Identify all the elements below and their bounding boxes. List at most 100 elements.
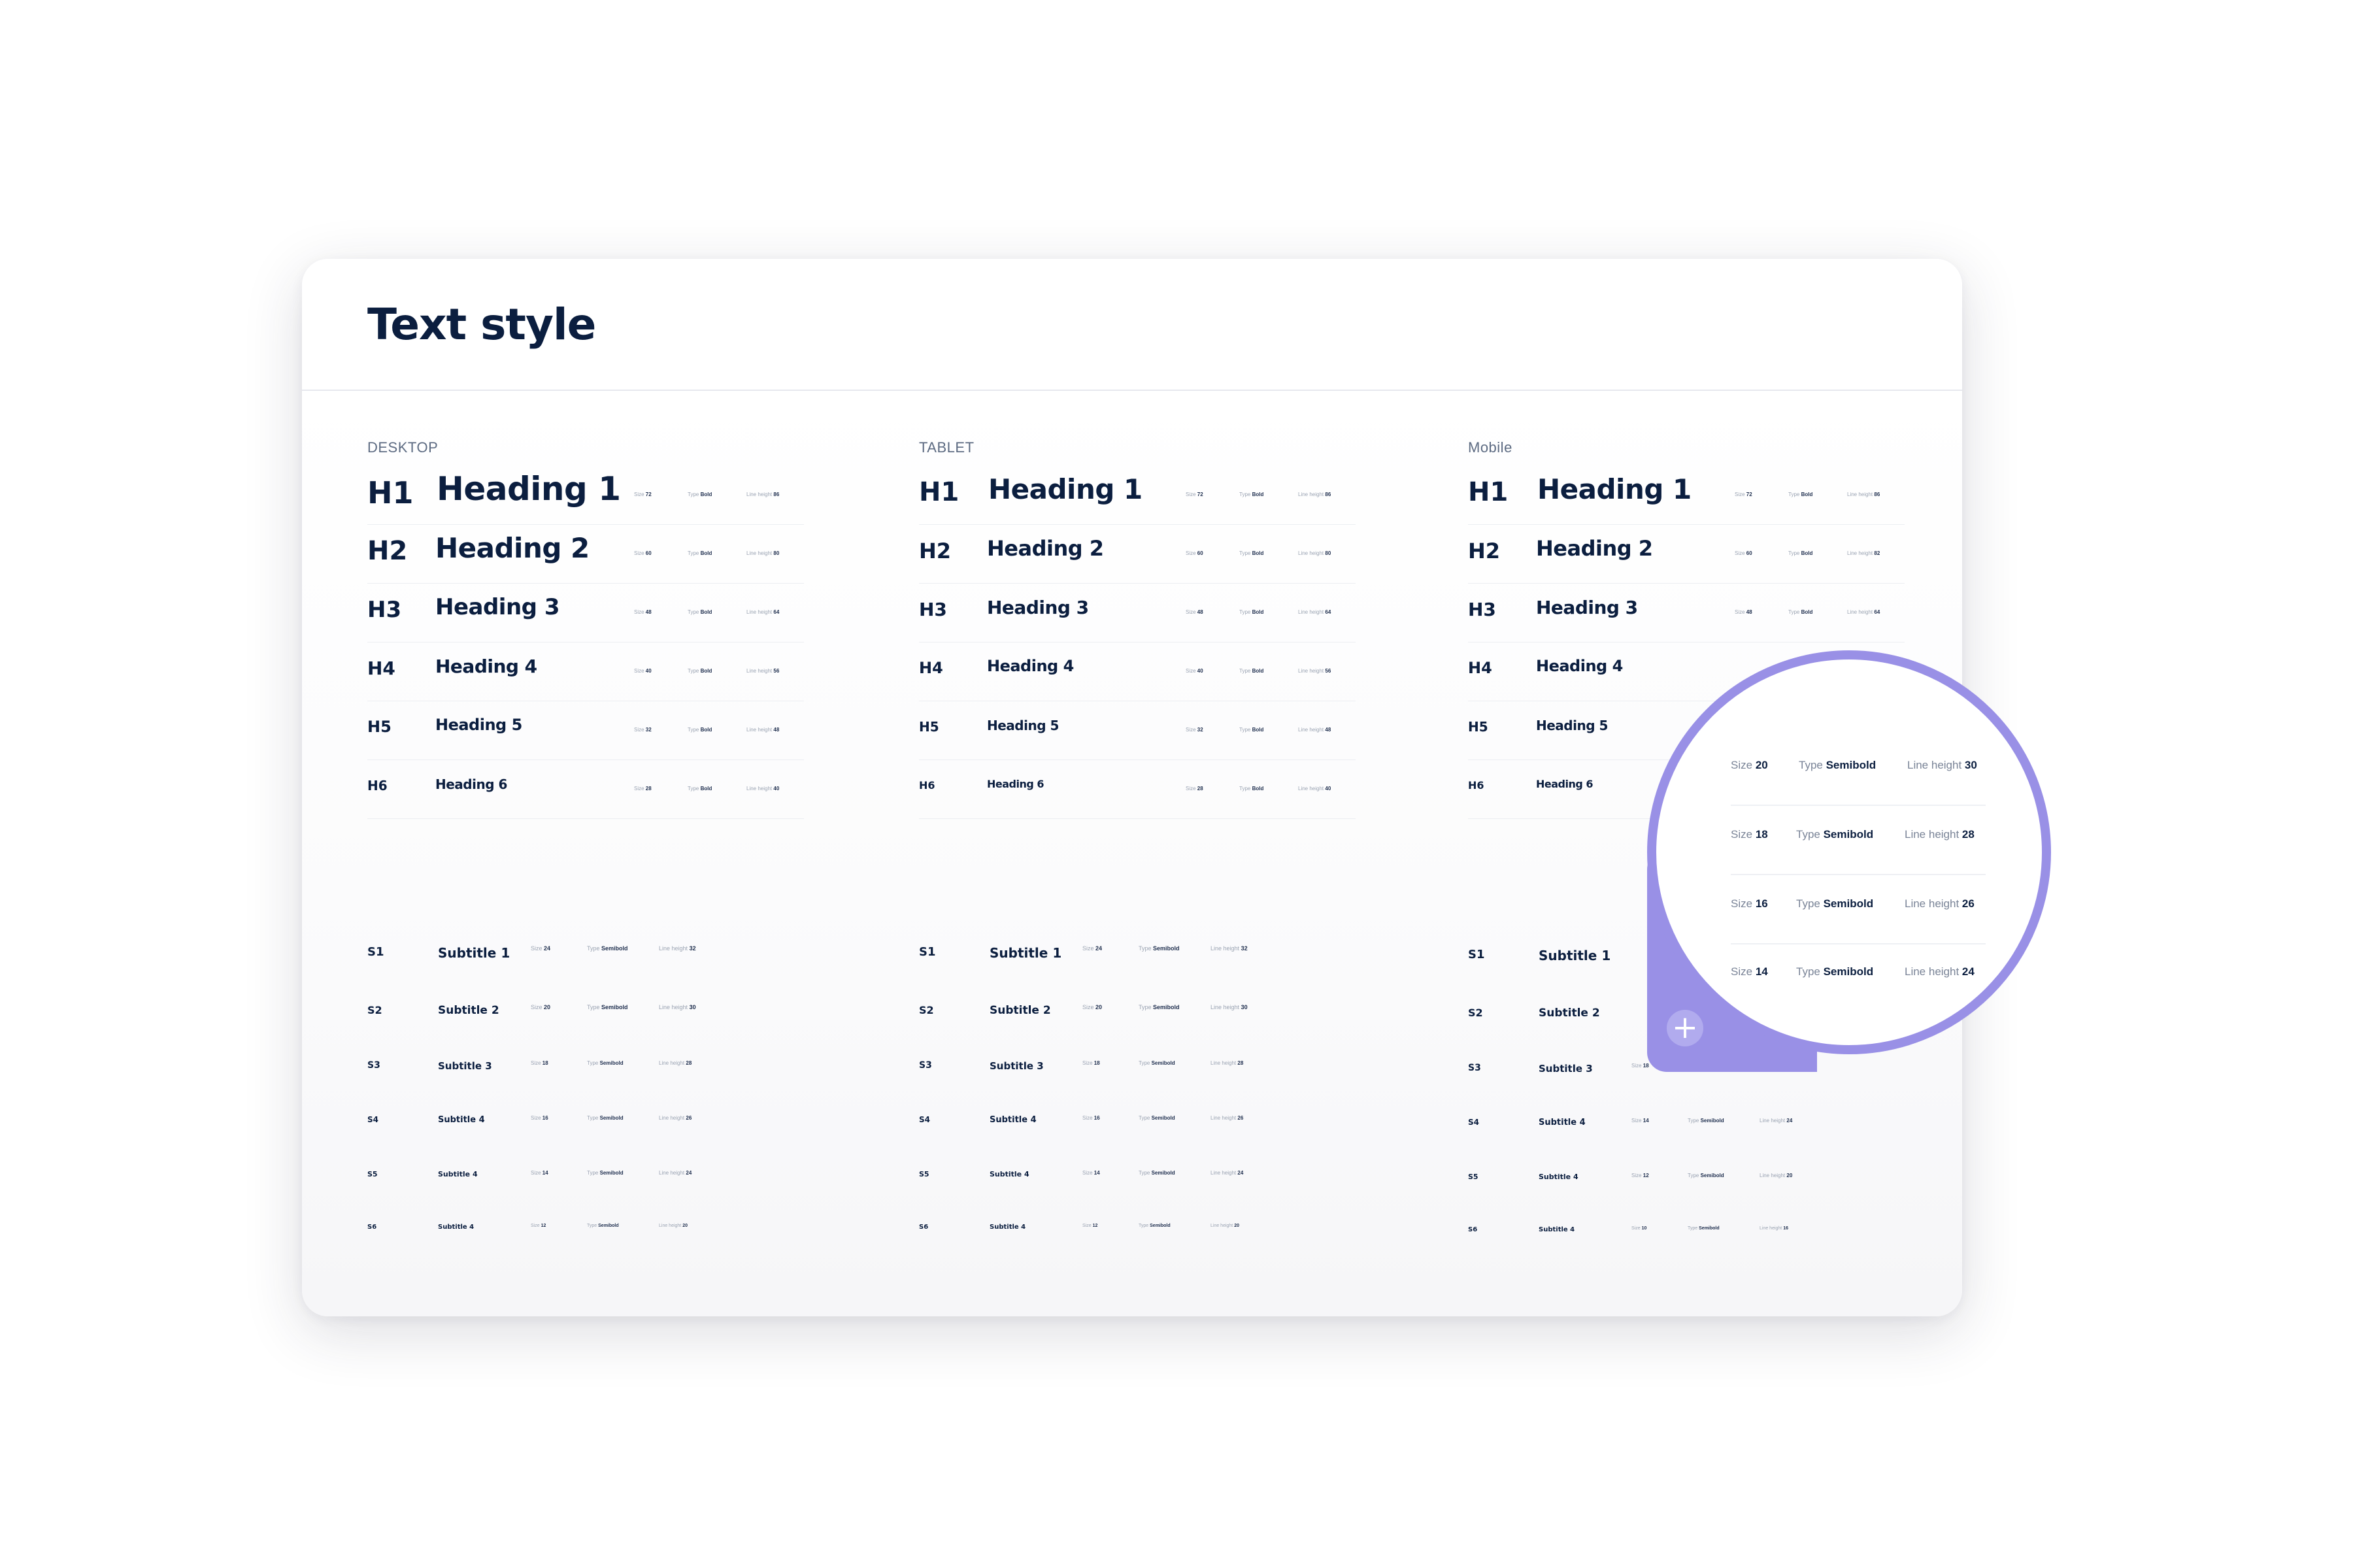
heading-meta: Line height 64 xyxy=(746,609,779,615)
subtitle-tag: S1 xyxy=(367,945,384,959)
subtitle-meta: Type Semibold xyxy=(1139,1224,1171,1228)
heading-tag: H1 xyxy=(367,475,414,510)
meta-label: Type xyxy=(1239,668,1251,674)
meta-value: Bold xyxy=(700,786,712,792)
meta-value: 86 xyxy=(773,492,780,497)
meta-label: Type xyxy=(1139,1115,1150,1121)
subtitle-row: S4 Subtitle 4 Size 16 Type Semibold Line he… xyxy=(367,1115,786,1167)
heading-tag: H3 xyxy=(919,599,947,620)
subtitle-name: Subtitle 1 xyxy=(438,945,510,961)
meta-value: 20 xyxy=(1095,1004,1103,1010)
heading-meta: Line height 80 xyxy=(1298,550,1331,556)
subtitle-name: Subtitle 1 xyxy=(1539,948,1611,963)
meta-value: 56 xyxy=(1325,668,1331,674)
heading-tag: H5 xyxy=(1468,719,1488,735)
heading-meta: Type Bold xyxy=(1239,550,1263,556)
column-label: TABLET xyxy=(919,439,975,456)
heading-meta: Line height 56 xyxy=(1298,668,1331,674)
meta-label: Size xyxy=(1186,727,1196,733)
meta-value: Bold xyxy=(700,550,712,556)
meta-value: 20 xyxy=(1755,759,1768,771)
meta-value: Semibold xyxy=(1151,1115,1175,1121)
subtitle-name: Subtitle 4 xyxy=(990,1170,1029,1178)
subtitle-meta: Size 18 xyxy=(531,1060,548,1066)
subtitle-meta: Line height 32 xyxy=(1210,945,1248,952)
meta-label: Line height xyxy=(1760,1226,1782,1231)
subtitle-tag: S5 xyxy=(919,1170,929,1178)
zoom-type: Type Semibold xyxy=(1796,897,1873,910)
meta-label: Type xyxy=(587,1004,600,1010)
zoom-line-height: Line height 24 xyxy=(1905,965,1975,978)
subtitle-meta: Size 12 xyxy=(531,1224,546,1228)
subtitle-name: Subtitle 4 xyxy=(990,1224,1026,1231)
heading-name: Heading 2 xyxy=(1536,536,1653,561)
meta-value: Semibold xyxy=(599,1060,624,1066)
meta-label: Type xyxy=(1239,609,1251,615)
meta-value: 18 xyxy=(1755,828,1768,841)
meta-label: Line height xyxy=(1210,1004,1240,1010)
subtitle-name: Subtitle 4 xyxy=(438,1170,478,1178)
meta-label: Size xyxy=(531,1170,541,1176)
heading-name: Heading 2 xyxy=(435,531,590,564)
meta-label: Size xyxy=(531,945,542,952)
heading-meta: Line height 86 xyxy=(1298,492,1331,497)
meta-value: 16 xyxy=(542,1115,548,1121)
meta-label: Line height xyxy=(746,550,773,556)
meta-label: Type xyxy=(1796,897,1820,910)
heading-name: Heading 1 xyxy=(1537,473,1692,505)
heading-meta: Line height 64 xyxy=(1847,609,1880,615)
zoom-line-height: Line height 28 xyxy=(1905,828,1975,841)
subtitle-name: Subtitle 3 xyxy=(990,1060,1044,1072)
meta-value: Bold xyxy=(700,492,712,497)
heading-tag: H5 xyxy=(367,718,392,736)
meta-label: Size xyxy=(1082,1004,1094,1010)
page-title: Text style xyxy=(367,299,596,350)
meta-value: Bold xyxy=(1252,786,1264,792)
meta-label: Type xyxy=(688,609,699,615)
meta-label: Type xyxy=(688,668,699,674)
subtitle-meta: Type Semibold xyxy=(587,1224,619,1228)
meta-value: 60 xyxy=(645,550,652,556)
subtitle-meta: Type Semibold xyxy=(587,1115,624,1121)
heading-tag: H4 xyxy=(919,659,943,677)
subtitle-row: S4 Subtitle 4 Size 14 Type Semibold Line he… xyxy=(1468,1118,1886,1170)
heading-meta: Type Bold xyxy=(1239,609,1263,615)
meta-value: 60 xyxy=(1197,550,1203,556)
meta-label: Size xyxy=(1735,609,1745,615)
meta-label: Size xyxy=(1186,609,1196,615)
meta-value: Bold xyxy=(1252,550,1264,556)
subtitle-tag: S2 xyxy=(919,1004,934,1016)
meta-value: 18 xyxy=(1093,1060,1100,1066)
heading-row: H4 Heading 4 Size 40 Type Bold Line height … xyxy=(367,642,804,701)
meta-value: 28 xyxy=(645,786,652,792)
meta-value: 72 xyxy=(1746,492,1752,497)
meta-value: Semibold xyxy=(599,1115,624,1121)
subtitle-tag: S6 xyxy=(367,1224,377,1231)
meta-label: Type xyxy=(1239,550,1251,556)
meta-value: Bold xyxy=(700,727,712,733)
subtitle-row: S3 Subtitle 3 Size 18 Type Semibold Line he… xyxy=(919,1060,1337,1112)
meta-label: Type xyxy=(688,727,699,733)
zoom-magnifier: Size 20 Type Semibold Line height 30 Size 1… xyxy=(1647,650,2051,1054)
heading-name: Heading 2 xyxy=(987,536,1104,561)
meta-label: Line height xyxy=(659,1224,682,1228)
subtitle-row: S6 Subtitle 4 Size 12 Type Semibold Line he… xyxy=(919,1224,1337,1276)
meta-value: Semibold xyxy=(1700,1118,1724,1124)
meta-value: Semibold xyxy=(1699,1226,1720,1231)
meta-value: 48 xyxy=(1746,609,1752,615)
heading-tag: H6 xyxy=(919,779,935,792)
heading-row: H6 Heading 6 Size 28 Type Bold Line height … xyxy=(919,759,1356,819)
heading-meta: Line height 80 xyxy=(746,550,779,556)
meta-label: Type xyxy=(688,786,699,792)
meta-label: Type xyxy=(1788,550,1800,556)
meta-label: Type xyxy=(587,1115,599,1121)
meta-value: 16 xyxy=(1755,897,1768,910)
subtitle-meta: Size 24 xyxy=(531,945,550,952)
canvas: Text style DESKTOP H1 Heading 1 Size 72 Ty… xyxy=(0,0,2353,1568)
add-button[interactable]: + xyxy=(1667,1010,1703,1046)
zoom-row: Size 14 Type Semibold Line height 24 xyxy=(1731,943,1986,1011)
meta-value: Semibold xyxy=(1826,759,1877,771)
meta-label: Size xyxy=(634,727,644,733)
meta-label: Size xyxy=(531,1060,541,1066)
subtitle-meta: Line height 26 xyxy=(659,1115,692,1121)
